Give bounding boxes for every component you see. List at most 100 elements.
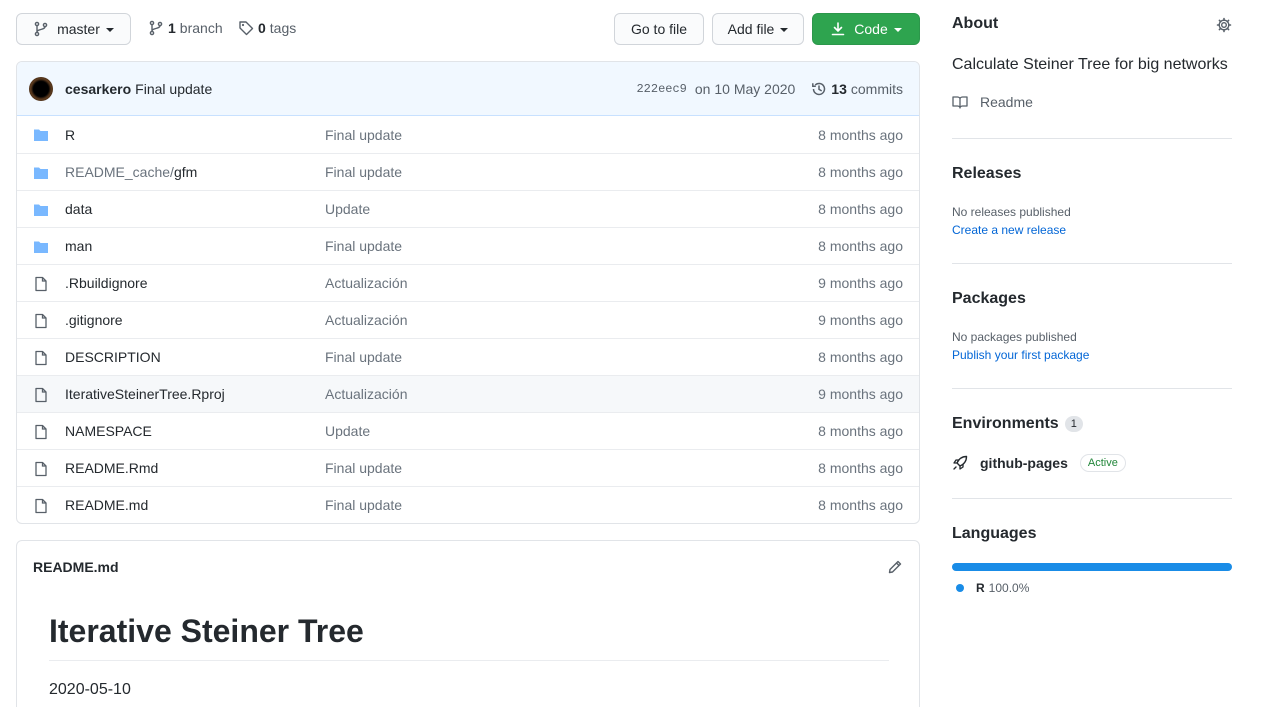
releases-status: No releases published [952, 205, 1071, 219]
branch-label: branch [179, 20, 223, 36]
gear-icon[interactable] [1216, 17, 1232, 33]
file-commit-message[interactable]: Update [325, 423, 370, 439]
latest-commit-bar: cesarkero Final update 222eec9 on 10 May… [17, 62, 919, 116]
tag-count: 0 [258, 20, 266, 36]
folder-icon [33, 165, 49, 181]
commit-date: on 10 May 2020 [694, 80, 796, 97]
readme-header: README.md [17, 541, 919, 593]
file-row[interactable]: man Final update 8 months ago [17, 227, 919, 264]
file-icon [33, 350, 49, 366]
commit-message[interactable]: Final update [135, 81, 212, 97]
file-row[interactable]: README.md Final update 8 months ago [17, 486, 919, 523]
file-name-link[interactable]: data [65, 201, 92, 217]
file-commit-message[interactable]: Final update [325, 238, 402, 254]
file-commit-message[interactable]: Final update [325, 127, 402, 143]
file-name-link[interactable]: DESCRIPTION [65, 349, 161, 365]
file-commit-age: 8 months ago [818, 497, 903, 513]
add-file-button[interactable]: Add file [712, 13, 804, 45]
file-name-link[interactable]: man [65, 238, 92, 254]
file-commit-message[interactable]: Final update [325, 164, 402, 180]
file-name: DESCRIPTION [65, 349, 161, 365]
avatar[interactable] [29, 76, 53, 101]
commits-link[interactable]: 13 commits [811, 81, 903, 97]
file-row[interactable]: IterativeSteinerTree.Rproj Actualización 9… [17, 375, 919, 412]
language-name: R [976, 581, 985, 595]
file-commit-message[interactable]: Update [325, 201, 370, 217]
file-commit-age: 9 months ago [818, 275, 903, 291]
file-row[interactable]: NAMESPACE Update 8 months ago [17, 412, 919, 449]
file-commit-message[interactable]: Actualización [325, 386, 408, 402]
file-name-link[interactable]: README.Rmd [65, 460, 158, 476]
readme-link[interactable]: Readme [952, 94, 1033, 110]
file-name: NAMESPACE [65, 423, 152, 439]
file-name: IterativeSteinerTree.Rproj [65, 386, 225, 402]
go-to-file-button[interactable]: Go to file [614, 13, 704, 45]
file-icon [33, 461, 49, 477]
file-row[interactable]: R Final update 8 months ago [17, 116, 919, 153]
language-item[interactable]: R 100.0% [952, 581, 1029, 595]
file-name-link[interactable]: IterativeSteinerTree.Rproj [65, 386, 225, 402]
file-row[interactable]: .gitignore Actualización 9 months ago [17, 301, 919, 338]
file-icon [33, 313, 49, 329]
file-row[interactable]: DESCRIPTION Final update 8 months ago [17, 338, 919, 375]
file-name-link[interactable]: R [65, 127, 75, 143]
file-name-link[interactable]: README.md [65, 497, 148, 513]
download-icon [831, 22, 845, 36]
file-name-link[interactable]: README_cache/gfm [65, 164, 197, 180]
file-name-link[interactable]: .Rbuildignore [65, 275, 148, 291]
file-name-link[interactable]: NAMESPACE [65, 423, 152, 439]
file-commit-message[interactable]: Actualización [325, 275, 408, 291]
branch-name: master [57, 21, 100, 37]
about-heading: About [952, 15, 999, 32]
file-commit-message[interactable]: Actualización [325, 312, 408, 328]
environment-item[interactable]: github-pages Active [952, 454, 1126, 472]
commit-count: 13 [831, 80, 847, 97]
file-name-prefix: README_cache/ [65, 164, 174, 180]
branches-link[interactable]: 1 branch [148, 20, 223, 36]
file-row[interactable]: README.Rmd Final update 8 months ago [17, 449, 919, 486]
file-name: man [65, 238, 93, 254]
file-icon [33, 387, 49, 403]
file-icon [33, 424, 49, 440]
packages-status: No packages published [952, 330, 1077, 344]
tags-link[interactable]: 0 tags [238, 20, 296, 36]
history-icon [812, 82, 826, 95]
file-commit-age: 8 months ago [818, 126, 903, 143]
commit-count-label: commits [850, 80, 903, 97]
file-commit-message[interactable]: Final update [325, 497, 402, 513]
create-release-link[interactable]: Create a new release [952, 223, 1066, 237]
add-file-label: Add file [727, 21, 775, 37]
pencil-icon[interactable] [887, 559, 903, 575]
publish-package-link[interactable]: Publish your first package [952, 348, 1089, 362]
file-name: gfm [173, 164, 198, 180]
file-commit-message[interactable]: Final update [325, 349, 402, 365]
commit-sha[interactable]: 222eec9 [636, 82, 686, 96]
rocket-icon [953, 455, 968, 470]
tag-icon [239, 21, 254, 36]
file-row[interactable]: README_cache/gfm Final update 8 months ago [17, 153, 919, 190]
file-row[interactable]: data Update 8 months ago [17, 190, 919, 227]
file-name: data [65, 201, 93, 217]
git-branch-icon [149, 20, 163, 36]
readme-title: Iterative Steiner Tree [49, 613, 364, 649]
chevron-down-icon [105, 28, 114, 32]
file-commit-message[interactable]: Final update [325, 460, 402, 476]
environments-heading: Environments [952, 415, 1059, 432]
language-percent: 100.0% [988, 581, 1030, 595]
code-button[interactable]: Code [812, 13, 920, 45]
file-row[interactable]: .Rbuildignore Actualización 9 months ago [17, 264, 919, 301]
code-label: Code [854, 21, 888, 37]
divider [952, 498, 1232, 499]
file-name-link[interactable]: .gitignore [65, 312, 123, 328]
branch-select-button[interactable]: master [16, 13, 131, 45]
divider [952, 138, 1232, 139]
language-bar-fill [952, 563, 1232, 571]
file-name: R [65, 126, 76, 143]
language-color-dot [956, 584, 964, 592]
readme-box: README.md Iterative Steiner Tree 2020-05… [16, 540, 920, 707]
book-icon [952, 96, 968, 109]
commit-author[interactable]: cesarkero [65, 81, 131, 97]
readme-link-label: Readme [980, 94, 1033, 110]
file-name: README.md [65, 497, 149, 513]
environment-name[interactable]: github-pages [980, 455, 1068, 471]
